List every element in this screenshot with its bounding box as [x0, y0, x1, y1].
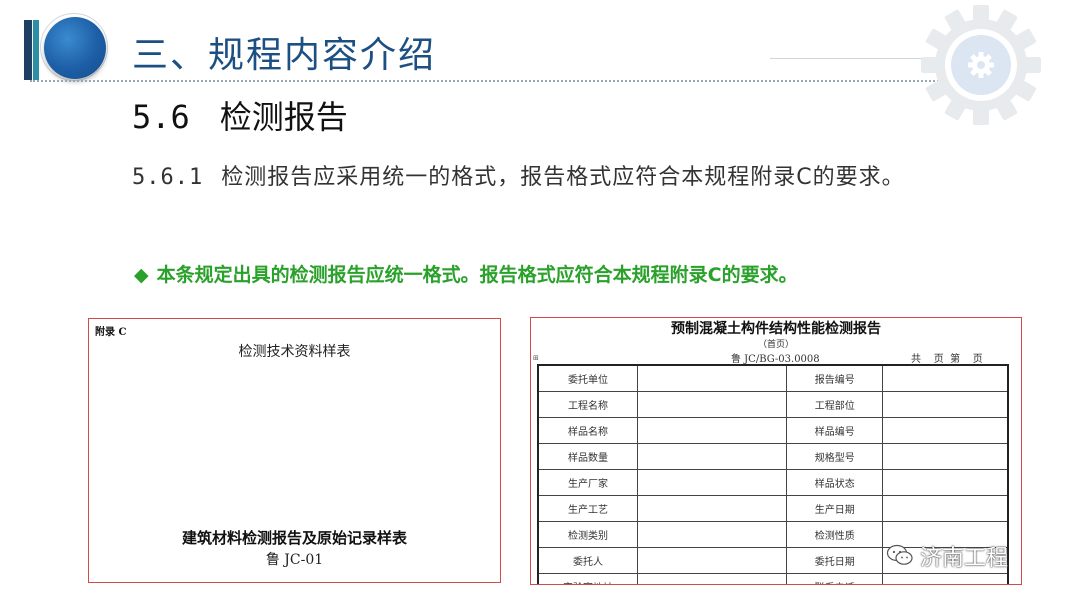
- field-label: 联系电话: [786, 573, 884, 584]
- field-value: [637, 417, 788, 444]
- field-value: [637, 443, 788, 470]
- clause-number: 5.6.1: [132, 165, 204, 190]
- appendix-title: 检测技术资料样表: [238, 344, 351, 360]
- appendix-label: 附录 C: [95, 327, 127, 338]
- field-value: [637, 391, 788, 418]
- field-value: [882, 443, 1009, 470]
- field-value: [637, 364, 788, 392]
- header-bar-dark: [24, 20, 32, 80]
- header-dotted-divider: [30, 80, 970, 82]
- diamond-bullet-icon: ◆: [134, 264, 149, 286]
- table-row: 样品名称 样品编号: [537, 417, 1009, 444]
- field-value: [637, 495, 788, 522]
- section-title: 检测报告: [219, 98, 348, 136]
- section-heading: 5.6 检测报告: [132, 92, 348, 138]
- field-label: 委托日期: [786, 547, 884, 574]
- appendix-code: 鲁 JC-01: [265, 552, 324, 568]
- table-row: 生产工艺 生产日期: [537, 495, 1009, 522]
- field-label: 生产日期: [786, 495, 884, 522]
- section-number: 5.6: [132, 98, 190, 136]
- field-label: 检测性质: [786, 521, 884, 548]
- field-label: 委托人: [537, 547, 639, 574]
- field-label: 生产厂家: [537, 469, 639, 496]
- field-label: 工程部位: [786, 391, 884, 418]
- watermark-text: 济南工程: [920, 546, 1009, 571]
- field-label: 委托单位: [537, 364, 639, 392]
- appendix-big-title: 建筑材料检测报告及原始记录样表: [181, 529, 407, 547]
- page-title: 三、规程内容介绍: [132, 35, 437, 76]
- field-label: 工程名称: [537, 391, 639, 418]
- field-label: 生产工艺: [537, 495, 639, 522]
- report-title: 预制混凝土构件结构性能检测报告: [671, 321, 881, 337]
- field-label: 样品编号: [786, 417, 884, 444]
- wechat-icon: [886, 544, 913, 565]
- clause-paragraph: 5.6.1 检测报告应采用统一的格式，报告格式应符合本规程附录C的要求。: [132, 154, 962, 202]
- header-circle-decoration: [44, 17, 106, 79]
- field-label: 实验室地址: [537, 573, 639, 584]
- field-value: [882, 391, 1009, 418]
- field-value: [882, 495, 1009, 522]
- field-value: [882, 469, 1009, 496]
- field-value: [637, 547, 788, 574]
- field-label: 样品名称: [537, 417, 639, 444]
- field-label: 样品状态: [786, 469, 884, 496]
- field-label: 报告编号: [786, 364, 884, 392]
- table-row: 工程名称 工程部位: [537, 391, 1009, 418]
- field-value: [882, 417, 1009, 444]
- report-page-info: 共 页 第 页: [911, 354, 983, 365]
- report-subtitle: （首页）: [757, 340, 794, 350]
- gear-icon: [921, 5, 1041, 125]
- header-thin-line: [770, 58, 940, 59]
- table-row: 实验室地址 联系电话: [537, 573, 1009, 584]
- field-label: 检测类别: [537, 521, 639, 548]
- field-value: [882, 364, 1009, 392]
- table-row: 生产厂家 样品状态: [537, 469, 1009, 496]
- field-value: [637, 573, 788, 584]
- report-code: 鲁 JC/BG-03.0008: [731, 354, 820, 365]
- field-label: 样品数量: [537, 443, 639, 470]
- field-value: [637, 521, 788, 548]
- explanation-note: ◆ 本条规定出具的检测报告应统一格式。报告格式应符合本规程附录C的要求。: [134, 260, 798, 287]
- table-row: 样品数量 规格型号: [537, 443, 1009, 470]
- clause-text: 检测报告应采用统一的格式，报告格式应符合本规程附录C的要求。: [221, 165, 905, 190]
- field-label: 规格型号: [786, 443, 884, 470]
- field-value: [882, 573, 1009, 584]
- field-value: [637, 469, 788, 496]
- appendix-c-cover-image: 附录 C 检测技术资料样表 建筑材料检测报告及原始记录样表 鲁 JC-01: [88, 318, 501, 583]
- table-row: 委托单位 报告编号: [537, 364, 1009, 392]
- table-anchor-icon: ⊞: [533, 354, 539, 362]
- note-text: 本条规定出具的检测报告应统一格式。报告格式应符合本规程附录C的要求。: [156, 264, 798, 286]
- header-bar-teal: [33, 20, 39, 80]
